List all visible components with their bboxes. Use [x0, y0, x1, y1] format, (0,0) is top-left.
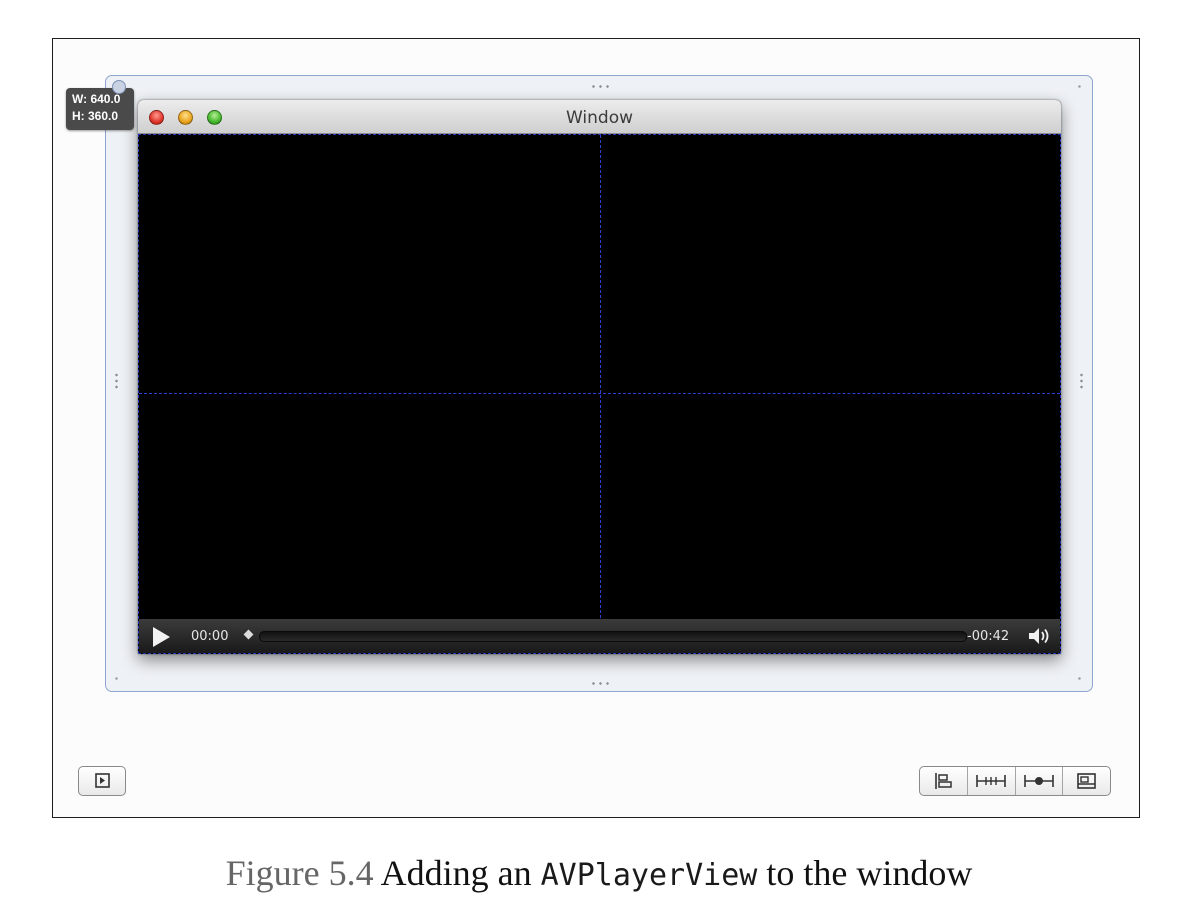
- caption-text-before: Adding an: [380, 853, 532, 893]
- time-remaining: -00:42: [967, 629, 1010, 644]
- window-titlebar[interactable]: Window: [138, 100, 1061, 134]
- bottom-left-resize-handle[interactable]: [113, 675, 122, 684]
- left-resize-handle[interactable]: [115, 372, 118, 390]
- figure-caption: Figure 5.4 Adding an AVPlayerView to the…: [0, 852, 1198, 894]
- vertical-center-guide: [600, 135, 601, 653]
- window-title: Window: [565, 108, 634, 128]
- mac-window[interactable]: Window 00:00 -00:42: [138, 100, 1061, 654]
- size-readout-tooltip: W: 640.0 H: 360.0: [66, 80, 134, 130]
- height-readout: H: 360.0: [72, 109, 119, 123]
- play-icon[interactable]: [153, 627, 170, 647]
- scrubber-knob-icon[interactable]: [243, 629, 254, 640]
- time-elapsed: 00:00: [191, 629, 229, 644]
- resolve-button[interactable]: [1016, 767, 1064, 795]
- volume-icon[interactable]: [1028, 627, 1052, 645]
- pin-button[interactable]: [968, 767, 1016, 795]
- bottom-resize-handle[interactable]: [590, 682, 610, 685]
- figure-number: Figure 5.4: [225, 853, 374, 893]
- align-button[interactable]: [920, 767, 968, 795]
- pin-icon: [976, 775, 1006, 787]
- caption-text-after: to the window: [766, 853, 973, 893]
- horizontal-center-guide: [139, 393, 1060, 394]
- align-icon: [935, 773, 953, 789]
- right-resize-handle[interactable]: [1080, 372, 1083, 390]
- width-readout: W: 640.0: [72, 92, 121, 106]
- document-outline-icon: [95, 773, 110, 788]
- bottom-right-resize-handle[interactable]: [1076, 675, 1085, 684]
- avplayer-view[interactable]: 00:00 -00:42: [138, 134, 1061, 654]
- caption-code: AVPlayerView: [540, 858, 758, 893]
- scrubber-track[interactable]: [259, 631, 967, 642]
- resolve-icon: [1024, 775, 1054, 787]
- top-right-resize-handle[interactable]: [1076, 83, 1085, 92]
- player-controls-bar: 00:00 -00:42: [139, 619, 1060, 653]
- auto-layout-button-group: [919, 766, 1111, 796]
- resizing-icon: [1076, 773, 1096, 789]
- top-resize-handle[interactable]: [590, 85, 610, 88]
- selection-knob[interactable]: [112, 80, 126, 94]
- document-outline-button[interactable]: [78, 766, 126, 796]
- resizing-button[interactable]: [1063, 767, 1110, 795]
